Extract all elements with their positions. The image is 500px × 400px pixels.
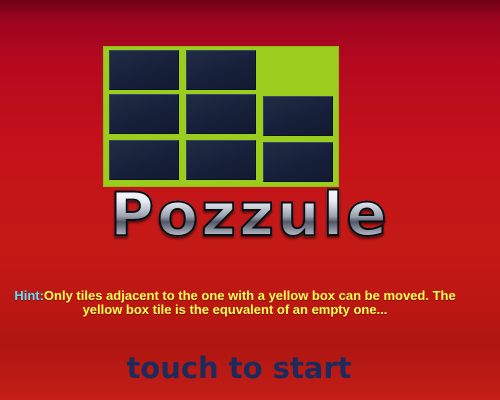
hint-text: Hint:Only tiles adjacent to the one with… (0, 289, 470, 317)
puzzle-tile[interactable] (109, 94, 179, 134)
puzzle-tile[interactable] (186, 50, 256, 90)
puzzle-board (103, 46, 339, 187)
game-title: Pozzule (0, 179, 500, 251)
puzzle-tile[interactable] (263, 96, 333, 136)
puzzle-tile[interactable] (109, 140, 179, 180)
puzzle-tile[interactable] (263, 142, 333, 182)
puzzle-tile[interactable] (186, 140, 256, 180)
puzzle-tile[interactable] (186, 94, 256, 134)
empty-tile-slot[interactable] (263, 50, 333, 90)
title-screen[interactable]: Pozzule Hint:Only tiles adjacent to the … (0, 0, 500, 400)
hint-body: Only tiles adjacent to the one with a ye… (43, 288, 456, 317)
hint-label: Hint: (14, 288, 44, 303)
puzzle-tile[interactable] (109, 50, 179, 90)
touch-to-start-prompt[interactable]: touch to start (0, 348, 478, 388)
